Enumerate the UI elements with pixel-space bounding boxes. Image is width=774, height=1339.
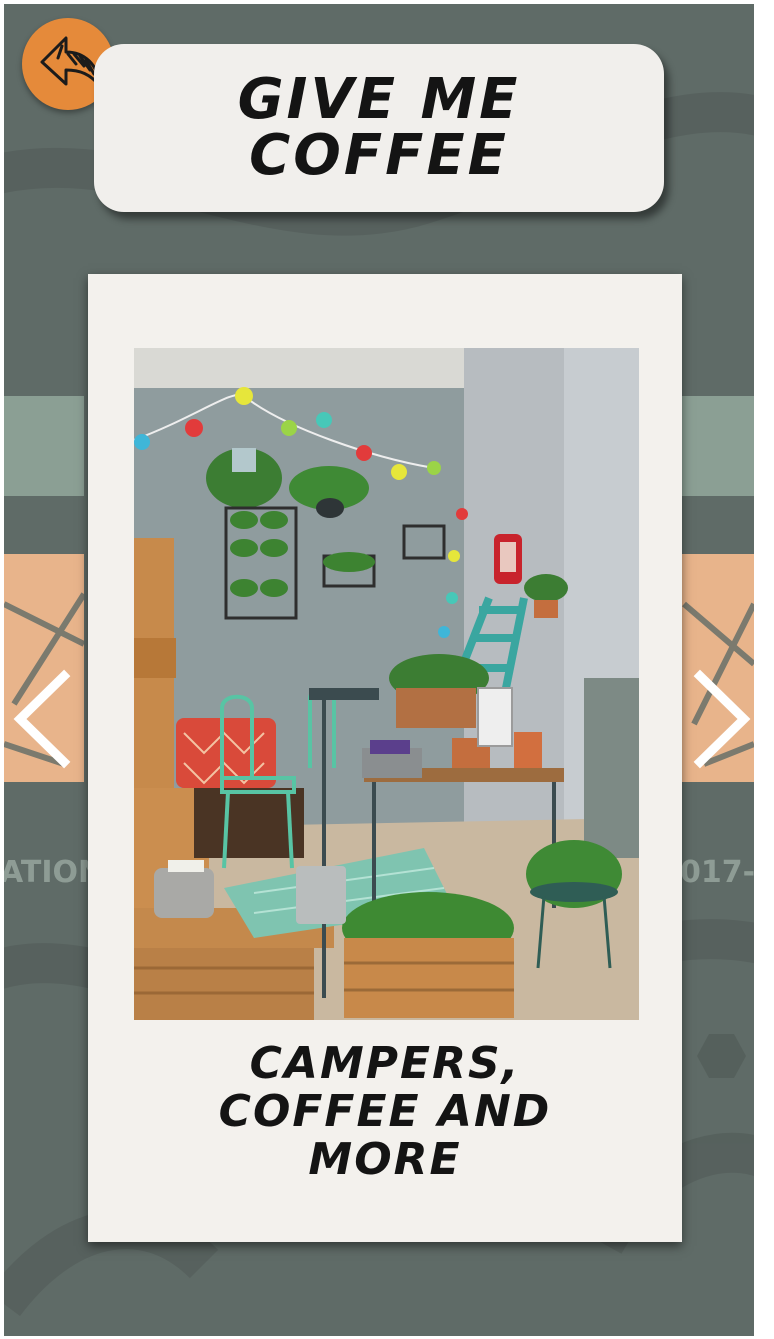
app-screen: ATION 017-2 GIVE ME COFFEE — [4, 4, 754, 1336]
slide-caption: CAMPERS, COFFEE AND MORE — [218, 1038, 552, 1185]
background-text-right: 017-2 — [680, 855, 754, 890]
page-title: GIVE ME COFFEE — [237, 67, 521, 188]
cafe-photo-illustration — [134, 348, 639, 1020]
title-card: GIVE ME COFFEE — [94, 44, 664, 212]
next-slide-button[interactable] — [690, 664, 754, 774]
polaroid-card: CAMPERS, COFFEE AND MORE — [88, 274, 682, 1242]
slide-photo[interactable] — [134, 348, 639, 1020]
previous-slide-button[interactable] — [8, 664, 78, 774]
chevron-right-icon — [693, 669, 751, 769]
chevron-left-icon — [13, 669, 71, 769]
